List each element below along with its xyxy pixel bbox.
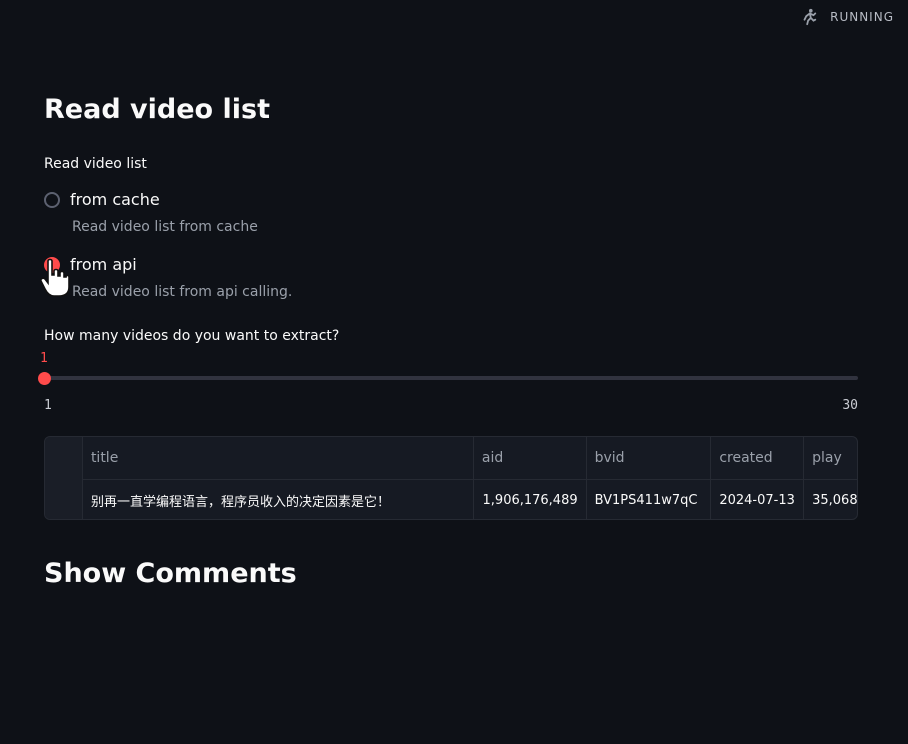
radio-caption-from-cache: Read video list from cache bbox=[72, 219, 258, 235]
slider-label: How many videos do you want to extract? bbox=[44, 328, 340, 344]
slider-min-label: 1 bbox=[44, 398, 52, 413]
bvid-cell[interactable]: BV1PS411w7qC bbox=[587, 479, 712, 519]
radio-group-label: Read video list bbox=[44, 156, 147, 172]
column-header-index[interactable] bbox=[45, 437, 83, 479]
radio-label-from-api[interactable]: from api bbox=[70, 255, 137, 274]
slider-thumb[interactable] bbox=[38, 372, 51, 385]
status-text: RUNNING bbox=[830, 10, 894, 24]
created-cell[interactable]: 2024-07-13 bbox=[711, 479, 805, 519]
column-header-title[interactable]: title bbox=[83, 437, 474, 479]
running-man-icon bbox=[803, 8, 817, 26]
slider-track[interactable] bbox=[44, 376, 858, 380]
title-cell[interactable]: 别再一直学编程语言，程序员收入的决定因素是它！ bbox=[83, 479, 474, 519]
column-header-bvid[interactable]: bvid bbox=[587, 437, 712, 479]
column-header-created[interactable]: created bbox=[711, 437, 805, 479]
play-cell[interactable]: 35,068 bbox=[804, 479, 857, 519]
radio-from-cache[interactable]: from cache bbox=[44, 190, 160, 209]
row-index-cell[interactable] bbox=[45, 479, 83, 519]
table-row[interactable]: 别再一直学编程语言，程序员收入的决定因素是它！ 1,906,176,489 BV… bbox=[45, 479, 857, 519]
slider-value: 1 bbox=[40, 351, 48, 366]
video-table[interactable]: title aid bvid created play 别再一直学编程语言，程序… bbox=[44, 436, 858, 520]
section-title-read-video-list: Read video list bbox=[44, 94, 270, 125]
column-header-aid[interactable]: aid bbox=[474, 437, 587, 479]
slider-max-label: 30 bbox=[842, 398, 858, 413]
radio-circle-icon[interactable] bbox=[44, 191, 60, 208]
status-widget: RUNNING bbox=[800, 8, 894, 26]
aid-cell[interactable]: 1,906,176,489 bbox=[474, 479, 587, 519]
section-title-show-comments: Show Comments bbox=[44, 558, 297, 589]
hand-pointer-icon bbox=[40, 258, 70, 297]
column-header-play[interactable]: play bbox=[804, 437, 857, 479]
table-header-row: title aid bvid created play bbox=[45, 437, 857, 480]
radio-caption-from-api: Read video list from api calling. bbox=[72, 284, 293, 300]
radio-label-from-cache[interactable]: from cache bbox=[70, 190, 160, 209]
